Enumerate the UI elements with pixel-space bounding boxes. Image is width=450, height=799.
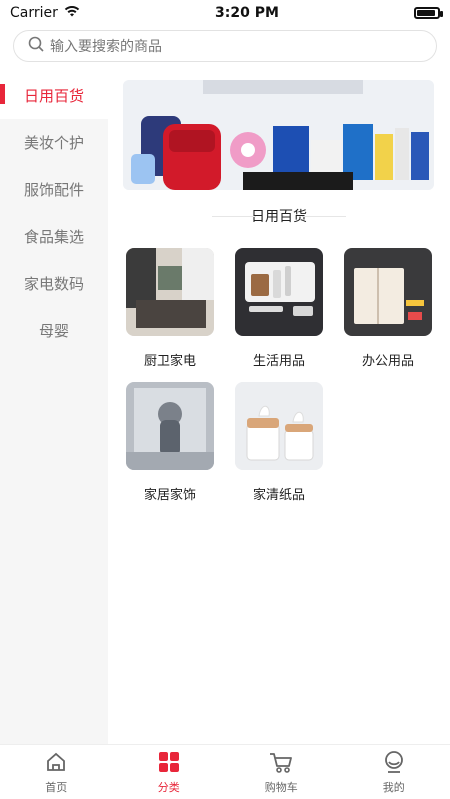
tab-label: 首页 [45,780,68,794]
sidebar-item-food[interactable]: 食品集选 [0,213,108,260]
category-label: 厨卫家电 [143,354,196,369]
search-bar[interactable]: 输入要搜索的商品 [13,30,437,62]
sidebar-item-beauty[interactable]: 美妆个护 [0,119,108,166]
section-title: 日用百货 [108,206,450,226]
category-grid-icon [157,750,181,777]
sidebar-item-apparel[interactable]: 服饰配件 [0,166,108,213]
promo-banner[interactable] [123,80,434,190]
banner-image [123,80,434,190]
category-label: 家清纸品 [252,488,305,503]
home-icon [44,750,68,777]
category-item-living[interactable]: 生活用品 [235,248,323,369]
status-time: 3:20 PM [215,5,279,21]
category-item-home-decor[interactable]: 家居家饰 [126,382,214,503]
category-image[interactable] [235,248,323,336]
category-image[interactable] [344,248,432,336]
tab-label: 分类 [157,780,180,794]
battery-icon [414,7,443,19]
status-left: Carrier [10,5,80,21]
section-title-text: 日用百货 [251,209,307,225]
user-icon [382,750,406,777]
category-item-cleaning-paper[interactable]: 家清纸品 [235,382,323,503]
tab-label: 我的 [382,780,405,794]
bottom-tab-bar: 首页 分类 购物车 我的 [0,744,450,799]
tab-label: 购物车 [264,780,298,794]
category-label: 办公用品 [361,354,414,369]
tab-cart[interactable]: 购物车 [225,745,338,799]
cart-icon [268,750,294,777]
tab-home[interactable]: 首页 [0,745,113,799]
category-image[interactable] [235,382,323,470]
category-item-kitchen[interactable]: 厨卫家电 [126,248,214,369]
category-label: 家居家饰 [143,488,196,503]
category-content: 日用百货 厨卫家电 生活用品 办公用品 家居家饰 家清纸品 [108,72,450,744]
status-bar: Carrier 3:20 PM [0,0,450,26]
tab-category[interactable]: 分类 [113,745,226,799]
tab-profile[interactable]: 我的 [338,745,450,799]
section-divider-right [302,216,346,217]
search-icon [28,36,50,56]
sidebar-item-daily-goods[interactable]: 日用百货 [0,72,108,119]
section-divider-left [212,216,256,217]
status-right [414,7,443,19]
sidebar-item-baby[interactable]: 母婴 [0,307,108,354]
category-sidebar: 日用百货 美妆个护 服饰配件 食品集选 家电数码 母婴 [0,72,108,744]
category-label: 生活用品 [252,354,305,369]
search-placeholder[interactable]: 输入要搜索的商品 [50,36,162,56]
category-image[interactable] [126,248,214,336]
wifi-icon [64,5,80,21]
category-item-office[interactable]: 办公用品 [344,248,432,369]
sidebar-item-electronics[interactable]: 家电数码 [0,260,108,307]
carrier-text: Carrier [10,5,58,21]
category-image[interactable] [126,382,214,470]
